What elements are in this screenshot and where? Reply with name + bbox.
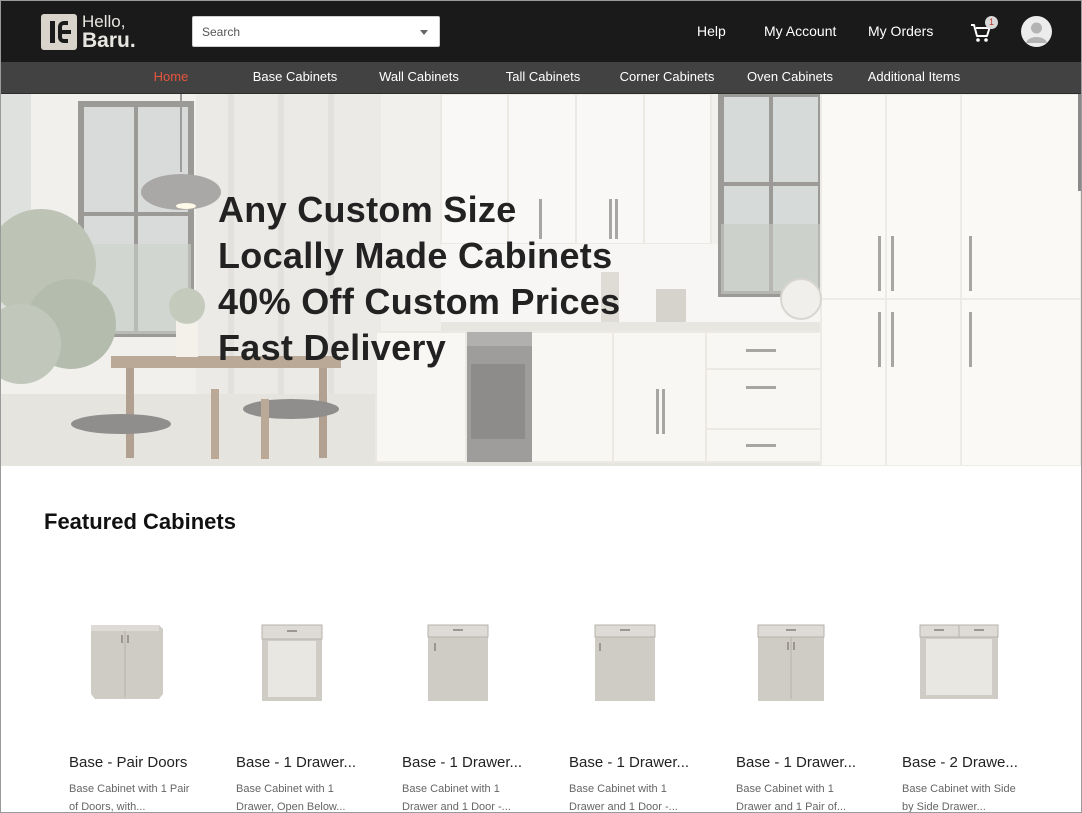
product-name[interactable]: Base - Pair Doors <box>69 754 201 771</box>
top-bar: Hello, Baru. Help My Account My Orders 1 <box>1 1 1081 62</box>
product-name[interactable]: Base - 1 Drawer... <box>236 754 368 771</box>
hero-line-custom-size: Any Custom Size <box>218 189 517 230</box>
hero-line-fast-delivery: Fast Delivery <box>218 327 447 368</box>
product-card[interactable]: Base - 1 Drawer... Base Cabinet with 1 D… <box>708 571 874 812</box>
product-card[interactable]: Base - Pair Doors Base Cabinet with 1 Pa… <box>41 571 207 812</box>
cabinet-drawer-pair-doors-image[interactable] <box>708 611 874 711</box>
nav-item-oven-cabinets[interactable]: Oven Cabinets <box>747 69 833 84</box>
cabinet-side-drawers-image[interactable] <box>874 611 1040 711</box>
product-description: Base Cabinet with 1 Drawer and 1 Pair of… <box>736 783 847 813</box>
nav-item-base-cabinets[interactable]: Base Cabinets <box>253 69 338 84</box>
product-card[interactable]: Base - 1 Drawer... Base Cabinet with 1 D… <box>208 571 374 812</box>
cabinet-pair-doors-image[interactable] <box>41 611 207 711</box>
section-title-featured: Featured Cabinets <box>44 509 236 534</box>
featured-product-list: Base - Pair Doors Base Cabinet with 1 Pa… <box>41 571 1081 812</box>
scrollbar-thumb[interactable] <box>1078 94 1081 191</box>
cabinet-drawer-open-image[interactable] <box>208 611 374 711</box>
product-card[interactable]: Base - 1 Drawer... Base Cabinet with 1 D… <box>541 571 707 812</box>
hero-line-locally-made: Locally Made Cabinets <box>218 235 613 276</box>
nav-item-additional-items[interactable]: Additional Items <box>868 69 961 84</box>
nav-item-tall-cabinets[interactable]: Tall Cabinets <box>506 69 580 84</box>
brand-logo[interactable]: Hello, Baru. <box>41 12 141 53</box>
product-name[interactable]: Base - 1 Drawer... <box>402 754 534 771</box>
hero-line-discount: 40% Off Custom Prices <box>218 281 621 322</box>
search-input[interactable] <box>193 17 431 46</box>
user-avatar-icon[interactable] <box>1021 16 1052 47</box>
cabinet-drawer-door-image[interactable] <box>374 611 540 711</box>
product-name[interactable]: Base - 1 Drawer... <box>569 754 701 771</box>
cabinet-drawer-door-image[interactable] <box>541 611 707 711</box>
page: Hello, Baru. Help My Account My Orders 1 <box>0 0 1082 813</box>
product-description: Base Cabinet with 1 Pair of Doors, with.… <box>69 783 190 813</box>
hero-headline: Any Custom Size Locally Made Cabinets 40… <box>218 187 620 371</box>
product-description: Base Cabinet with 1 Drawer, Open Below..… <box>236 783 346 813</box>
help-link[interactable]: Help <box>697 23 726 39</box>
product-description: Base Cabinet with 1 Drawer and 1 Door -.… <box>402 783 511 813</box>
product-description: Base Cabinet with 1 Drawer and 1 Door -.… <box>569 783 678 813</box>
logo-brand-text: Baru. <box>82 29 136 52</box>
product-name[interactable]: Base - 1 Drawer... <box>736 754 868 771</box>
product-name[interactable]: Base - 2 Drawe... <box>902 754 1034 771</box>
product-card[interactable]: Base - 2 Drawe... Base Cabinet with Side… <box>874 571 1040 812</box>
hero-banner: Any Custom Size Locally Made Cabinets 40… <box>1 94 1081 466</box>
chevron-down-icon[interactable] <box>420 30 428 35</box>
product-description: Base Cabinet with Side by Side Drawer... <box>902 783 1016 813</box>
nav-item-home[interactable]: Home <box>154 69 189 84</box>
product-card[interactable]: Base - 1 Drawer... Base Cabinet with 1 D… <box>374 571 540 812</box>
my-orders-link[interactable]: My Orders <box>868 23 933 39</box>
search-box[interactable] <box>192 16 440 47</box>
nav-item-corner-cabinets[interactable]: Corner Cabinets <box>620 69 715 84</box>
category-nav: Home Base Cabinets Wall Cabinets Tall Ca… <box>1 62 1081 94</box>
cart-count-badge: 1 <box>985 16 998 29</box>
my-account-link[interactable]: My Account <box>764 23 836 39</box>
nav-item-wall-cabinets[interactable]: Wall Cabinets <box>379 69 459 84</box>
logo-mark-icon <box>41 14 77 50</box>
